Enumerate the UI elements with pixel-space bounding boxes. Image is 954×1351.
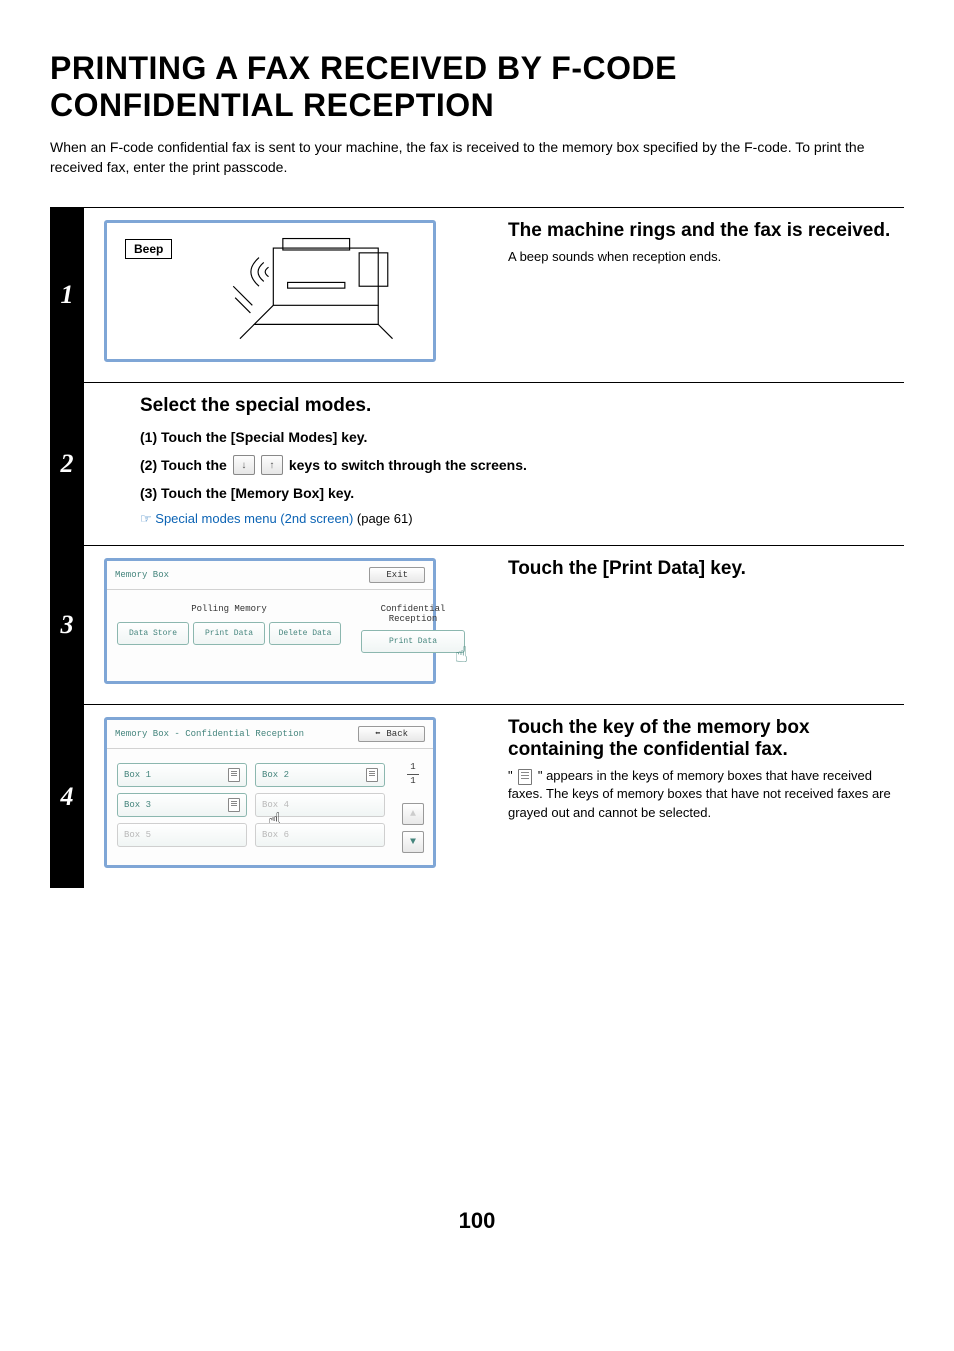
scroll-up-button[interactable]: ▲ <box>402 803 424 825</box>
page-current: 1 <box>410 763 415 772</box>
step-4: 4 Memory Box - Confidential Reception ⬅ … <box>50 705 904 888</box>
step2-title: Select the special modes. <box>140 395 904 417</box>
confidential-reception-panel: Memory Box - Confidential Reception ⬅ Ba… <box>104 717 436 868</box>
step2-sub2b: keys to switch through the screens. <box>289 457 527 473</box>
box-label: Box 4 <box>262 800 289 810</box>
scroll-down-button[interactable]: ▼ <box>402 831 424 853</box>
step1-desc: A beep sounds when reception ends. <box>508 248 904 266</box>
intro-text: When an F-code confidential fax is sent … <box>50 138 904 177</box>
step4-title: Touch the key of the memory box containi… <box>508 717 904 761</box>
printer-illustration <box>221 229 421 353</box>
print-data-conf-button[interactable]: Print Data ☝ <box>361 630 465 653</box>
box3-button[interactable]: Box 3 <box>117 793 247 817</box>
page-fraction: 1 1 <box>407 763 419 786</box>
box2-button[interactable]: Box 2 <box>255 763 385 787</box>
box-label: Box 6 <box>262 830 289 840</box>
memory-box-panel: Memory Box Exit Polling Memory Data Stor… <box>104 558 436 684</box>
back-button[interactable]: ⬅ Back <box>358 726 425 742</box>
page-total: 1 <box>410 777 415 786</box>
panel-title: Memory Box <box>115 570 169 580</box>
desc-a: " <box>508 768 516 783</box>
beep-panel: Beep <box>104 220 436 362</box>
back-arrow-icon: ⬅ <box>375 729 380 739</box>
confidential-reception-label: Confidential Reception <box>361 604 465 624</box>
special-modes-link[interactable]: Special modes menu (2nd screen) <box>155 511 353 526</box>
arrow-down-icon: ↓ <box>233 455 255 475</box>
step3-title: Touch the [Print Data] key. <box>508 558 904 580</box>
document-icon <box>366 768 378 782</box>
desc-b: " appears in the keys of memory boxes th… <box>508 768 891 819</box>
box-label: Box 5 <box>124 830 151 840</box>
delete-data-button[interactable]: Delete Data <box>269 622 341 645</box>
page-title: PRINTING A FAX RECEIVED BY F-CODE CONFID… <box>50 50 904 124</box>
arrow-up-icon: ↑ <box>261 455 283 475</box>
step2-sub2a: (2) Touch the <box>140 457 227 473</box>
panel-title: Memory Box - Confidential Reception <box>115 729 304 739</box>
pointing-hand-icon: ☞ <box>140 511 152 526</box>
box1-button[interactable]: Box 1 <box>117 763 247 787</box>
print-data-label: Print Data <box>389 637 437 646</box>
box-label: Box 2 <box>262 770 289 780</box>
step2-sub1: (1) Touch the [Special Modes] key. <box>140 429 904 445</box>
step2-sub2: (2) Touch the ↓ ↑ keys to switch through… <box>140 455 904 475</box>
step-3: 3 Memory Box Exit Polling Memory Data St… <box>50 546 904 704</box>
step-2: 2 Select the special modes. (1) Touch th… <box>50 383 904 545</box>
ref-suffix: (page 61) <box>353 511 412 526</box>
hand-pointer-icon: ☝ <box>455 646 468 668</box>
page-number: 100 <box>50 1208 904 1234</box>
step4-desc: " " appears in the keys of memory boxes … <box>508 767 904 822</box>
exit-button[interactable]: Exit <box>369 567 425 583</box>
step2-ref: ☞ Special modes menu (2nd screen) (page … <box>140 511 904 527</box>
polling-memory-label: Polling Memory <box>117 604 341 614</box>
box6-button: Box 6 <box>255 823 385 847</box>
step-number: 2 <box>50 383 84 545</box>
step-number: 1 <box>50 208 84 382</box>
step1-title: The machine rings and the fax is receive… <box>508 220 904 242</box>
data-store-button[interactable]: Data Store <box>117 622 189 645</box>
document-icon <box>518 769 532 785</box>
step-number: 4 <box>50 705 84 888</box>
box5-button: Box 5 <box>117 823 247 847</box>
step-1: 1 Beep <box>50 208 904 382</box>
box-label: Box 1 <box>124 770 151 780</box>
print-data-poll-button[interactable]: Print Data <box>193 622 265 645</box>
back-label: Back <box>386 729 408 739</box>
box-label: Box 3 <box>124 800 151 810</box>
step2-sub3: (3) Touch the [Memory Box] key. <box>140 485 904 501</box>
beep-label: Beep <box>125 239 172 259</box>
document-icon <box>228 768 240 782</box>
document-icon <box>228 798 240 812</box>
step-number: 3 <box>50 546 84 704</box>
box4-button: Box 4 ☝ <box>255 793 385 817</box>
